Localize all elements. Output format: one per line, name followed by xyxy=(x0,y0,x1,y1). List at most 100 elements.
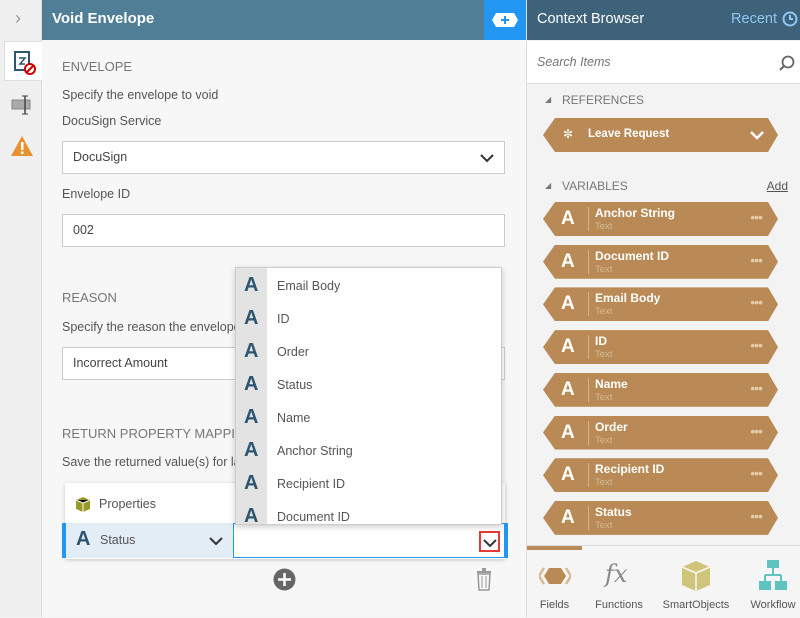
variable-name: Email Body xyxy=(595,291,661,306)
more-options-icon[interactable]: ••• xyxy=(750,508,762,524)
variable-type: Text xyxy=(595,263,613,275)
tab-functions[interactable]: fx Functions xyxy=(589,546,649,618)
variable-item[interactable]: A ID Text ••• xyxy=(543,330,778,364)
mapping-description: Save the returned value(s) for la xyxy=(62,455,241,469)
void-envelope-tab[interactable] xyxy=(4,41,43,81)
variable-type: Text xyxy=(595,306,613,318)
workflow-icon xyxy=(759,560,787,590)
text-type-icon: A xyxy=(244,406,259,428)
chevron-down-icon xyxy=(209,537,223,546)
variable-name: Name xyxy=(595,376,628,391)
variable-dropdown-list: A Email Body A ID A Order A Status A Name A Anchor … xyxy=(235,267,502,525)
clock-icon[interactable] xyxy=(782,11,798,27)
context-browser-title: Context Browser Recent xyxy=(527,0,800,40)
variable-type: Text xyxy=(595,391,613,403)
variable-name: ID xyxy=(595,334,607,349)
service-select[interactable]: DocuSign xyxy=(62,141,505,174)
recent-link[interactable]: Recent xyxy=(731,0,777,38)
collapse-icon[interactable]: ◢ xyxy=(545,181,551,190)
dropdown-item[interactable]: A ID xyxy=(236,303,501,336)
warning-icon[interactable] xyxy=(10,135,34,157)
references-heading: REFERENCES xyxy=(562,93,645,107)
dropdown-item[interactable]: A Document ID xyxy=(236,501,501,525)
property-value: Status xyxy=(100,533,136,547)
search-input[interactable] xyxy=(537,55,757,69)
variable-item[interactable]: A Document ID Text ••• xyxy=(543,245,778,279)
smartobjects-icon xyxy=(681,561,711,591)
trash-icon[interactable] xyxy=(476,567,492,591)
reference-label: Leave Request xyxy=(588,128,670,140)
add-mapping-icon[interactable] xyxy=(273,568,296,591)
variable-item[interactable]: A Name Text ••• xyxy=(543,373,778,407)
more-options-icon[interactable]: ••• xyxy=(750,380,762,396)
search-box[interactable] xyxy=(527,41,800,84)
bottom-tabs: Fields fx Functions SmartObjects Workflo… xyxy=(527,545,800,617)
dropdown-item[interactable]: A Email Body xyxy=(236,270,501,303)
dropdown-item[interactable]: A Recipient ID xyxy=(236,468,501,501)
dropdown-item-label: Anchor String xyxy=(277,444,353,458)
dropdown-item[interactable]: A Order xyxy=(236,336,501,369)
functions-icon: fx xyxy=(605,560,628,588)
tab-workflow[interactable]: Workflow xyxy=(745,546,800,618)
dropdown-item[interactable]: A Name xyxy=(236,402,501,435)
tab-smartobjects[interactable]: SmartObjects xyxy=(660,546,732,618)
variable-name: Document ID xyxy=(595,248,670,263)
envelope-id-label: Envelope ID xyxy=(62,187,131,201)
more-options-icon[interactable]: ••• xyxy=(750,294,762,310)
more-options-icon[interactable]: ••• xyxy=(750,423,762,439)
properties-label: Properties xyxy=(99,497,156,511)
variable-type: Text xyxy=(595,434,613,446)
workflow-reference-icon: ✼ xyxy=(563,127,574,141)
mapping-heading: RETURN PROPERTY MAPPING xyxy=(62,426,255,441)
more-options-icon[interactable]: ••• xyxy=(750,209,762,225)
collapse-icon[interactable]: ◢ xyxy=(545,95,551,104)
properties-icon[interactable] xyxy=(11,95,35,115)
variable-item[interactable]: A Status Text ••• xyxy=(543,501,778,535)
more-options-icon[interactable]: ••• xyxy=(750,337,762,353)
text-type-icon: A xyxy=(244,373,259,395)
dropdown-item-label: Document ID xyxy=(277,510,350,524)
text-type-icon: A xyxy=(561,464,575,486)
dropdown-item-label: ID xyxy=(277,312,290,326)
text-type-icon: A xyxy=(561,336,575,358)
expand-chevron-icon[interactable]: › xyxy=(15,8,21,29)
variable-name: Anchor String xyxy=(595,206,675,220)
add-variable-link[interactable]: Add xyxy=(767,179,788,193)
tab-fields[interactable]: Fields xyxy=(527,546,582,618)
variable-type: Text xyxy=(595,349,613,361)
dropdown-item-label: Name xyxy=(277,411,311,425)
reason-heading: REASON xyxy=(62,290,117,305)
text-type-icon: A xyxy=(561,378,575,400)
chevron-down-icon xyxy=(483,539,497,548)
search-icon[interactable] xyxy=(779,55,795,71)
text-type-icon: A xyxy=(244,505,259,525)
reference-leave-request[interactable]: ✼ Leave Request xyxy=(543,118,778,152)
more-options-icon[interactable]: ••• xyxy=(750,465,762,481)
text-type-icon: A xyxy=(244,472,259,494)
service-label: DocuSign Service xyxy=(62,114,162,128)
chevron-down-icon xyxy=(480,154,494,163)
panel-title: Void Envelope xyxy=(42,0,526,40)
void-envelope-icon xyxy=(14,51,36,75)
envelope-id-input[interactable]: 002 xyxy=(62,214,505,247)
envelope-heading: ENVELOPE xyxy=(62,59,133,74)
variable-item[interactable]: A Anchor String Text ••• xyxy=(543,202,778,236)
variable-item[interactable]: A Order Text ••• xyxy=(543,416,778,450)
dropdown-toggle-button[interactable] xyxy=(479,531,500,552)
dropdown-item[interactable]: A Status xyxy=(236,369,501,402)
tab-label: SmartObjects xyxy=(662,599,730,611)
service-value: DocuSign xyxy=(73,150,128,164)
text-type-icon: A xyxy=(561,293,575,315)
text-type-icon: A xyxy=(244,439,259,461)
smartobject-icon xyxy=(75,497,91,512)
tab-label: Fields xyxy=(539,599,570,611)
dropdown-item[interactable]: A Anchor String xyxy=(236,435,501,468)
variable-item[interactable]: A Recipient ID Text ••• xyxy=(543,458,778,492)
text-type-icon: A xyxy=(244,274,259,296)
dropdown-item-label: Email Body xyxy=(277,279,341,293)
more-options-icon[interactable]: ••• xyxy=(750,252,762,268)
variable-item[interactable]: A Email Body Text ••• xyxy=(543,287,778,321)
target-select[interactable] xyxy=(233,523,508,558)
add-button[interactable] xyxy=(484,0,526,40)
property-select[interactable]: A Status xyxy=(62,523,233,558)
